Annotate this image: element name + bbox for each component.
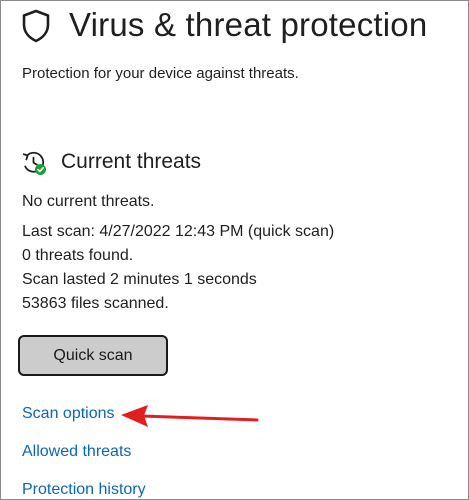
protection-history-link[interactable]: Protection history (22, 478, 146, 499)
scan-options-link[interactable]: Scan options (22, 402, 115, 426)
red-arrow-icon (121, 405, 259, 427)
threats-found-text: 0 threats found. (22, 247, 134, 264)
virus-threat-protection-panel: Virus & threat protection Protection for… (0, 0, 469, 500)
section-title-current-threats: Current threats (61, 150, 202, 173)
allowed-threats-link[interactable]: Allowed threats (22, 440, 131, 464)
shield-icon (22, 9, 50, 43)
page-title: Virus & threat protection (69, 6, 428, 43)
clock-refresh-check-icon (22, 151, 46, 175)
scan-duration-text: Scan lasted 2 minutes 1 seconds (22, 271, 257, 288)
page-subtitle: Protection for your device against threa… (22, 65, 299, 82)
threat-status-text: No current threats. (22, 193, 155, 210)
files-scanned-text: 53863 files scanned. (22, 295, 169, 312)
quick-scan-button[interactable]: Quick scan (18, 335, 168, 376)
last-scan-text: Last scan: 4/27/2022 12:43 PM (quick sca… (22, 223, 335, 240)
